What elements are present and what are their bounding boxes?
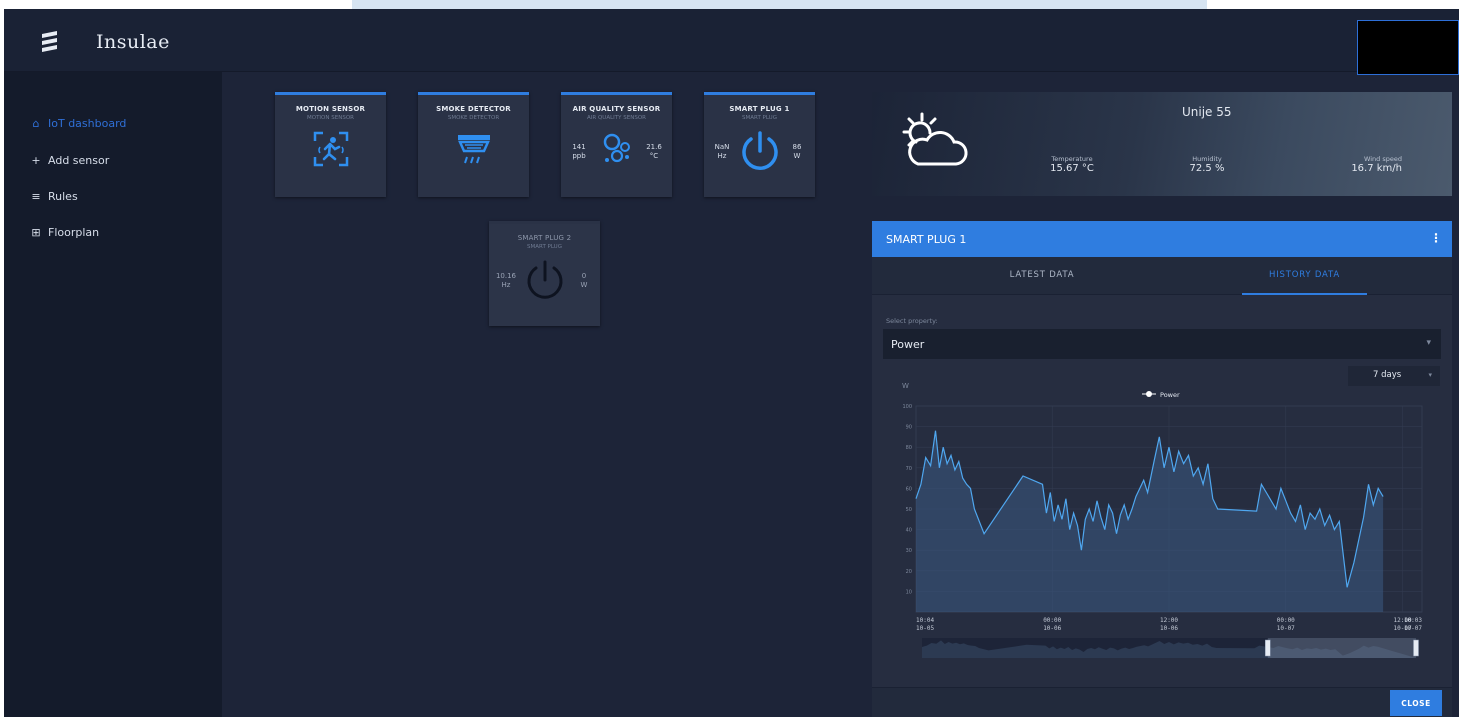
card-right-value: 21.6 °C: [643, 143, 665, 161]
card-title: SMART PLUG 1: [729, 105, 790, 113]
navigator-selection[interactable]: [1267, 638, 1416, 658]
plus-icon: +: [31, 153, 41, 167]
more-vert-icon[interactable]: ⋮: [1430, 231, 1442, 245]
card-subtitle: MOTION SENSOR: [307, 115, 354, 121]
sidebar-item-label: Rules: [48, 190, 78, 203]
temperature-label: Temperature: [1051, 155, 1093, 163]
card-subtitle: SMART PLUG: [527, 244, 562, 250]
y-axis-label: W: [902, 382, 909, 390]
x-tick-label: 10-06: [1043, 625, 1061, 632]
panel-title: SMART PLUG 1: [886, 233, 967, 246]
x-tick-label: 00:00: [1043, 617, 1061, 624]
x-tick-label: 10-07: [1404, 625, 1422, 632]
app-window: Insulae ⌂ IoT dashboard + Add sensor ≡ R…: [4, 9, 1459, 717]
motion-icon: [275, 129, 386, 179]
top-bar: Insulae: [4, 9, 1459, 75]
history-chart[interactable]: W Power 10 20 30 40 50 60 70 80 90 100 10:0410-05 0…: [894, 376, 1444, 676]
y-tick-label: 70: [906, 466, 912, 472]
floorplan-icon: ⊞: [31, 225, 41, 239]
y-tick-label: 90: [906, 425, 912, 431]
power-value: 0: [581, 272, 587, 280]
y-tick-label: 50: [906, 507, 912, 513]
partly-cloudy-icon: [902, 112, 968, 166]
card-subtitle: AIR QUALITY SENSOR: [587, 115, 646, 121]
sensor-card-smart-plug-2[interactable]: SMART PLUG 2 SMART PLUG 10.16 Hz 0 W: [489, 221, 600, 326]
weather-widget: Unije 55 Temperature 15.67 °C Humidity 7…: [872, 92, 1452, 196]
panel-tabs: LATEST DATA HISTORY DATA: [872, 257, 1452, 295]
power-unit: W: [580, 281, 588, 289]
card-subtitle: SMOKE DETECTOR: [447, 115, 500, 121]
sidebar-item-rules[interactable]: ≡ Rules: [30, 189, 78, 203]
sensor-card-smart-plug-1[interactable]: SMART PLUG 1 SMART PLUG NaN Hz 86 W: [704, 92, 815, 197]
humidity-value: 72.5 %: [1189, 163, 1225, 174]
y-tick-label: 10: [906, 589, 912, 595]
tab-latest-data[interactable]: LATEST DATA: [982, 270, 1102, 280]
sidebar-item-floorplan[interactable]: ⊞ Floorplan: [30, 226, 99, 239]
sensor-card-air-quality[interactable]: AIR QUALITY SENSOR AIR QUALITY SENSOR 14…: [561, 92, 672, 197]
browser-top-strip: [352, 0, 1207, 9]
sensor-card-motion[interactable]: MOTION SENSOR MOTION SENSOR: [275, 92, 386, 197]
card-title: SMART PLUG 2: [517, 234, 572, 242]
y-tick-label: 30: [906, 548, 912, 554]
temperature-value: 15.67 °C: [1050, 163, 1094, 174]
close-button[interactable]: CLOSE: [1390, 690, 1442, 716]
smoke-detector-icon: [418, 129, 529, 179]
wind-speed-label: Wind speed: [1363, 155, 1402, 163]
x-tick-label: 10-07: [1277, 625, 1295, 632]
card-right-value: 0 W: [573, 272, 595, 290]
navigator-handle[interactable]: [1265, 639, 1271, 657]
x-tick-label: 10:03: [1404, 617, 1422, 624]
select-property-label: Select property:: [886, 317, 938, 325]
power-value: 86: [792, 143, 802, 151]
card-subtitle: SMART PLUG: [742, 115, 777, 121]
app-title: Insulae: [96, 31, 170, 53]
chart-legend[interactable]: Power: [1142, 391, 1180, 399]
panel-header: SMART PLUG 1 ⋮: [872, 221, 1452, 257]
x-tick-label: 10-06: [1160, 625, 1178, 632]
legend-label: Power: [1160, 391, 1180, 399]
x-tick-label: 12:00: [1160, 617, 1178, 624]
humidity-label: Humidity: [1192, 155, 1222, 163]
y-tick-label: 60: [906, 486, 912, 492]
property-select-value: Power: [891, 338, 925, 351]
sidebar-item-dashboard[interactable]: ⌂ IoT dashboard: [30, 116, 127, 130]
property-select[interactable]: Power ▾: [883, 329, 1441, 359]
active-tab-indicator: [1242, 293, 1367, 295]
card-right-value: 86 W: [786, 143, 808, 161]
sidebar-item-label: Add sensor: [48, 154, 110, 167]
temperature-unit: °C: [649, 152, 659, 160]
x-tick-label: 10-05: [916, 625, 934, 632]
tab-history-data[interactable]: HISTORY DATA: [1242, 270, 1367, 280]
chevron-down-icon: ▾: [1426, 338, 1431, 348]
sidebar-item-add-sensor[interactable]: + Add sensor: [30, 154, 109, 167]
redacted-user-area: [1357, 20, 1459, 75]
sidebar-item-label: Floorplan: [48, 226, 100, 239]
card-title: AIR QUALITY SENSOR: [572, 105, 661, 113]
power-unit: W: [793, 152, 801, 160]
panel-footer: CLOSE: [872, 687, 1452, 717]
x-tick-label: 10:04: [916, 617, 934, 624]
y-tick-label: 40: [906, 528, 912, 534]
rules-icon: ≡: [31, 189, 41, 203]
sidebar-item-label: IoT dashboard: [48, 117, 127, 130]
y-tick-label: 100: [902, 404, 912, 410]
card-title: MOTION SENSOR: [295, 105, 366, 113]
sensor-card-smoke[interactable]: SMOKE DETECTOR SMOKE DETECTOR: [418, 92, 529, 197]
y-tick-label: 20: [906, 569, 912, 575]
logo-icon: [42, 31, 57, 52]
navigator-handle[interactable]: [1413, 639, 1419, 657]
weather-city: Unije 55: [1182, 105, 1232, 119]
card-title: SMOKE DETECTOR: [436, 105, 511, 113]
home-icon: ⌂: [32, 116, 40, 130]
x-tick-label: 00:00: [1277, 617, 1295, 624]
y-tick-label: 80: [906, 445, 912, 451]
sidebar: ⌂ IoT dashboard + Add sensor ≡ Rules ⊞ F…: [4, 72, 222, 717]
temperature-value: 21.6: [646, 143, 662, 151]
wind-speed-value: 16.7 km/h: [1351, 163, 1402, 174]
sensor-detail-panel: SMART PLUG 1 ⋮ LATEST DATA HISTORY DATA …: [872, 221, 1452, 717]
